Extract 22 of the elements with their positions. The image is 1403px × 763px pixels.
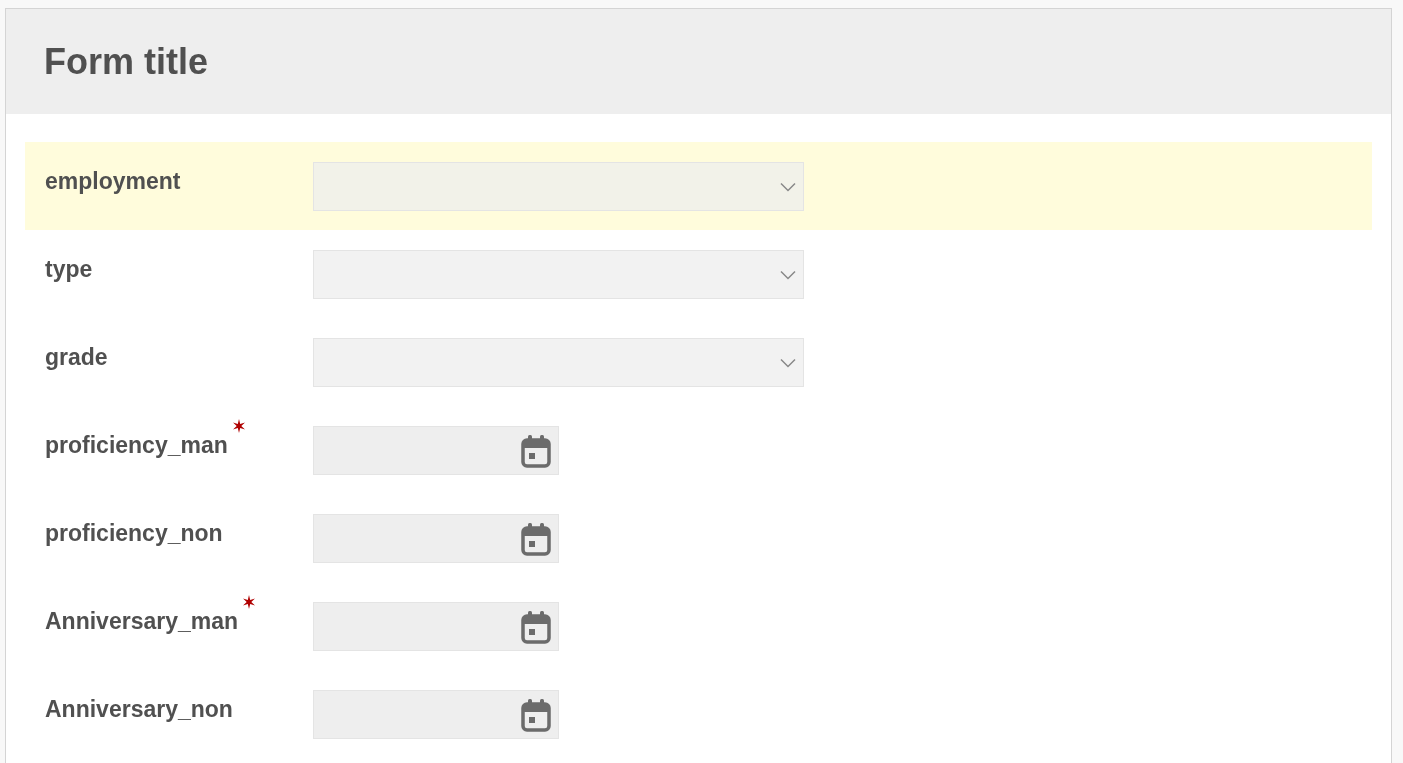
- date-field[interactable]: [313, 426, 559, 475]
- field-label: employment: [45, 167, 181, 195]
- form-title: Form title: [44, 39, 208, 84]
- select-field[interactable]: [313, 338, 804, 387]
- field-label: Anniversary_man: [45, 607, 239, 635]
- date-field[interactable]: [313, 514, 559, 563]
- date-field[interactable]: [313, 602, 559, 651]
- field-label: grade: [45, 343, 108, 371]
- date-field[interactable]: [313, 690, 559, 739]
- calendar-icon[interactable]: [521, 521, 551, 556]
- field-label: proficiency_non: [45, 519, 223, 547]
- calendar-icon[interactable]: [521, 609, 551, 644]
- field-label: type: [45, 255, 93, 283]
- calendar-icon[interactable]: [521, 697, 551, 732]
- select-field[interactable]: [313, 162, 804, 211]
- field-label: Anniversary_non: [45, 695, 233, 723]
- chevron-down-icon: [780, 269, 796, 280]
- chevron-down-icon: [780, 181, 796, 192]
- calendar-icon[interactable]: [521, 433, 551, 468]
- field-label: proficiency_man: [45, 431, 228, 459]
- select-field[interactable]: [313, 250, 804, 299]
- chevron-down-icon: [780, 357, 796, 368]
